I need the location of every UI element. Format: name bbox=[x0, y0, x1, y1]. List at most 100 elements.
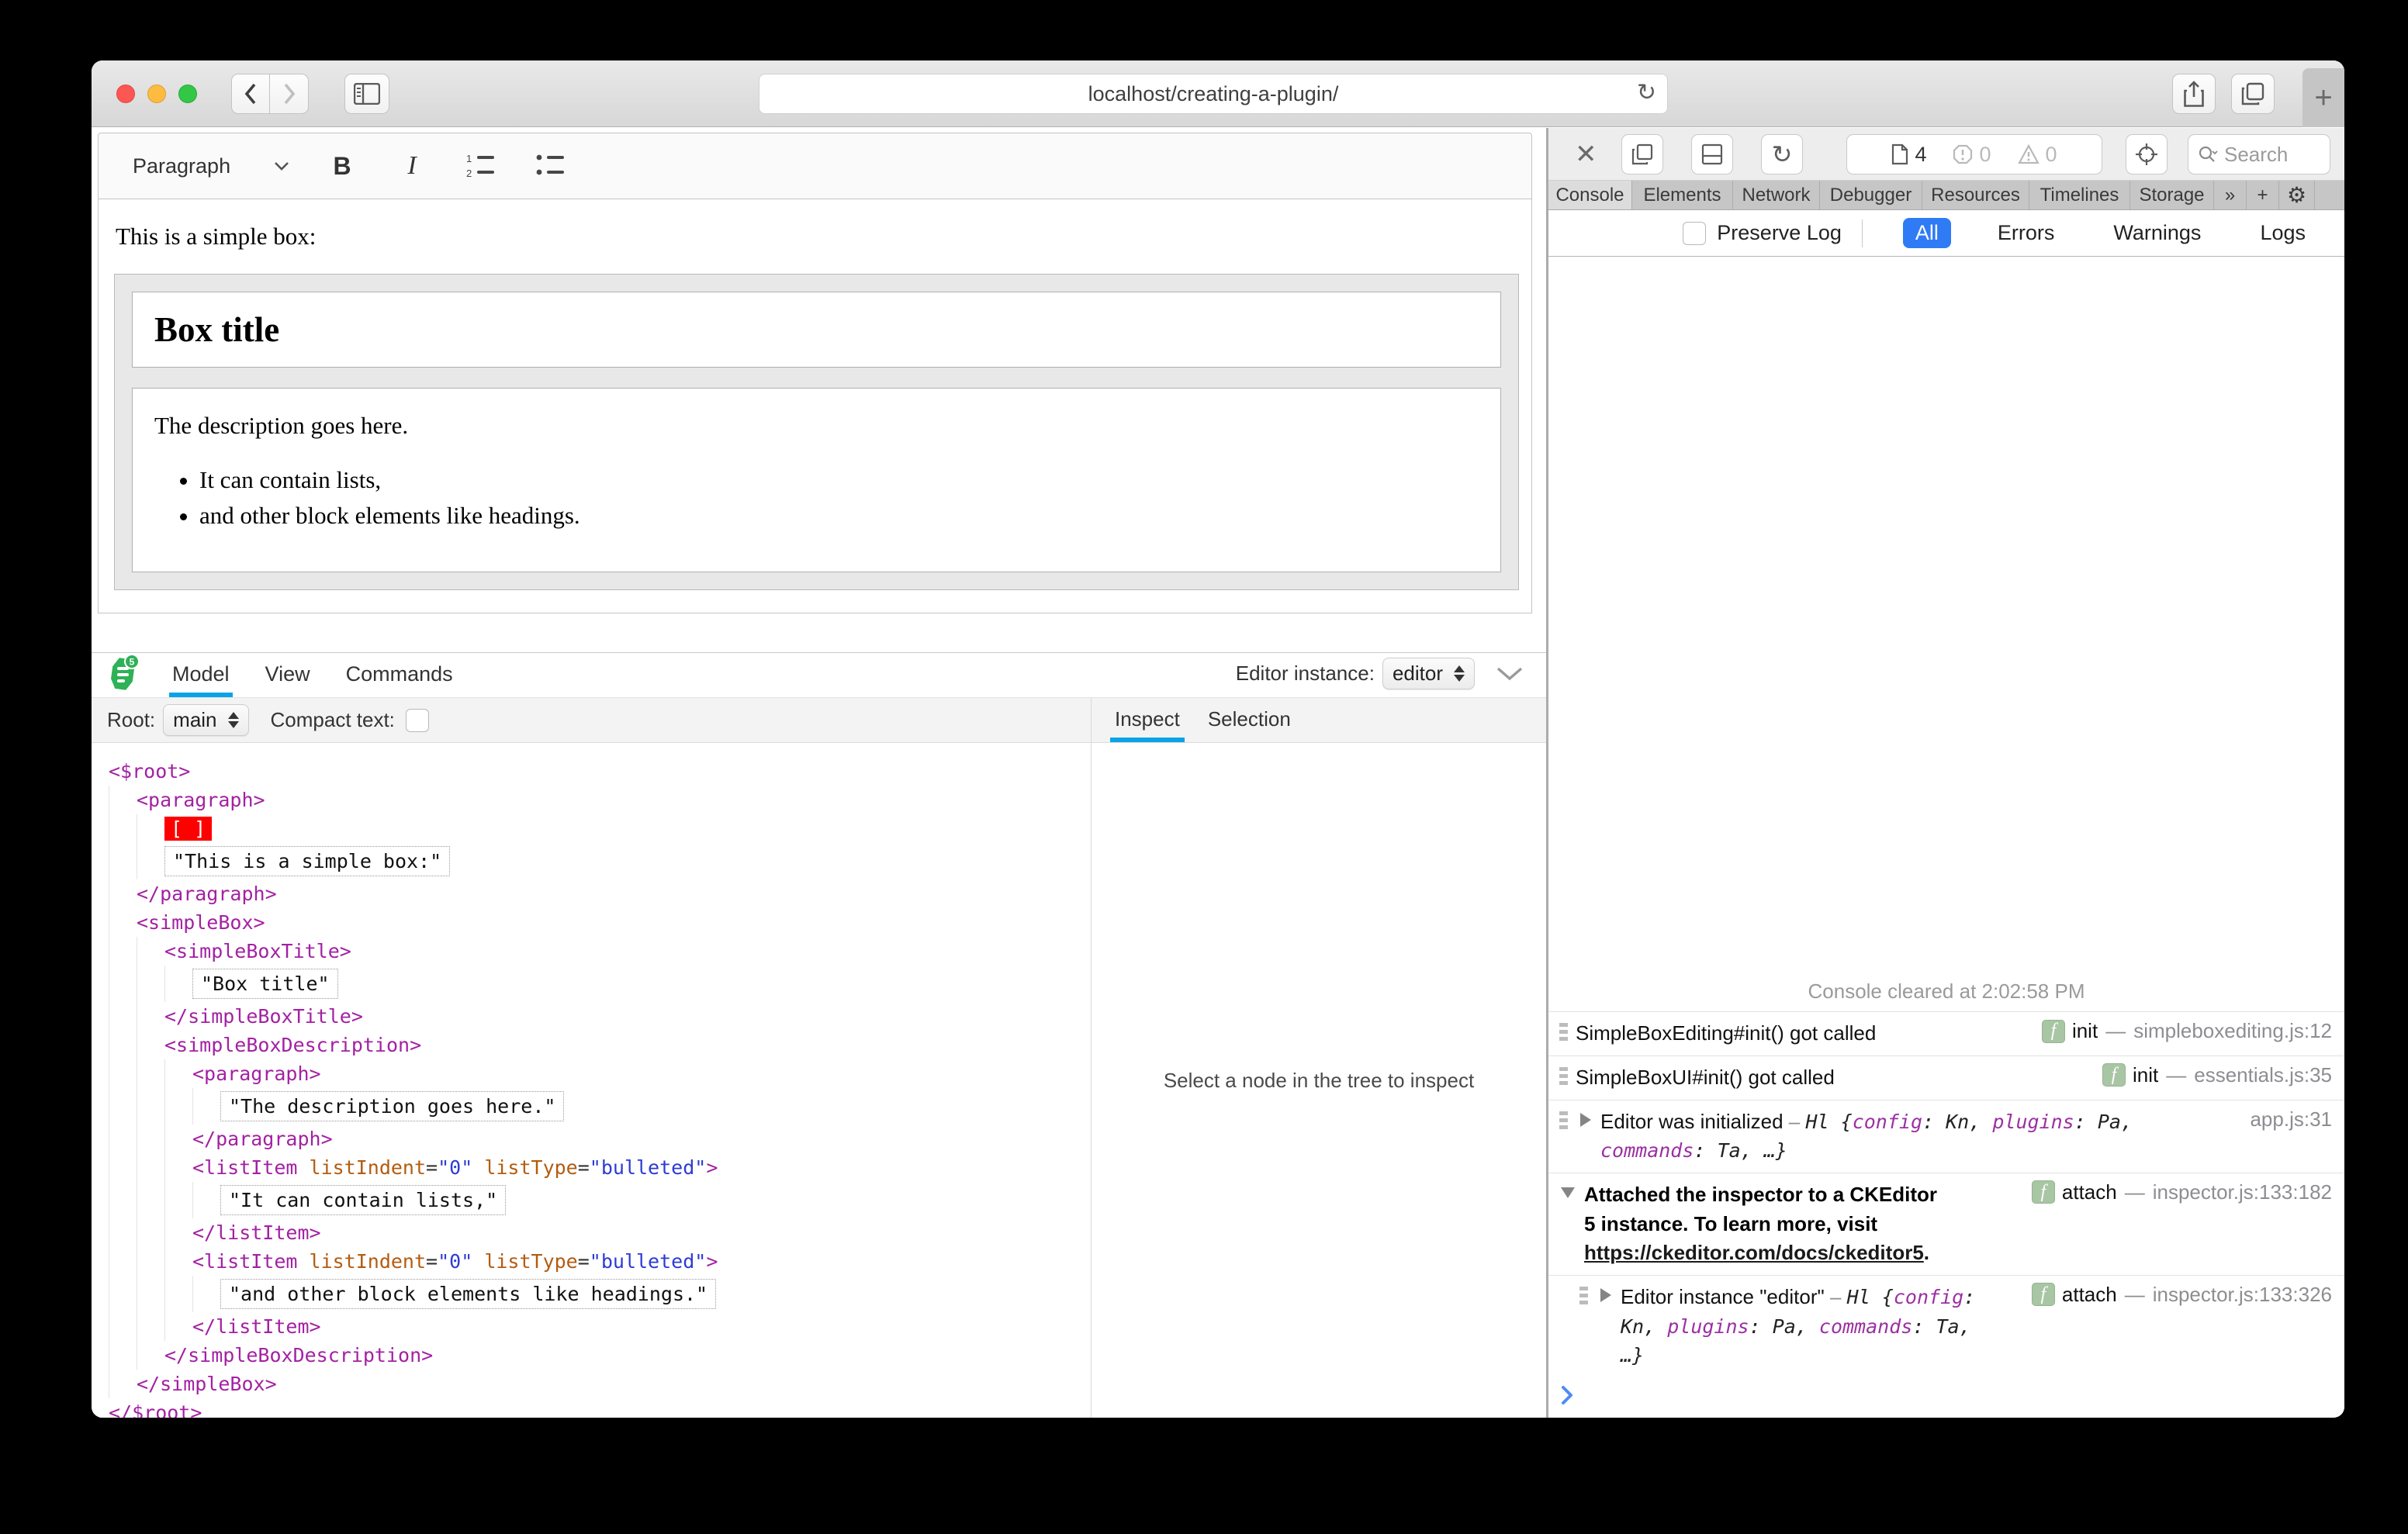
wi-tab-console[interactable]: Console bbox=[1548, 181, 1632, 209]
collapse-inspector-button[interactable] bbox=[1496, 667, 1523, 681]
tree-row[interactable]: "and other block elements like headings.… bbox=[109, 1276, 1091, 1312]
search-field[interactable]: Search bbox=[2188, 134, 2330, 174]
forward-button[interactable] bbox=[270, 73, 309, 114]
issues-summary-button[interactable]: 4 0 0 bbox=[1846, 134, 2102, 174]
tree-row[interactable]: <paragraph> bbox=[109, 786, 1091, 814]
tree-row[interactable]: <simpleBox> bbox=[109, 908, 1091, 937]
editor-paragraph[interactable]: This is a simple box: bbox=[116, 223, 1516, 250]
tree-row[interactable]: </$root> bbox=[109, 1398, 1091, 1418]
tree-row[interactable]: [ ] bbox=[109, 814, 1091, 843]
new-tab-button[interactable]: + bbox=[2302, 68, 2344, 127]
scope-errors[interactable]: Errors bbox=[1985, 218, 2067, 248]
close-inspector-button[interactable]: ✕ bbox=[1575, 139, 1597, 170]
tree-row[interactable]: <listItem listIndent = "0" listType = "bulle… bbox=[109, 1153, 1091, 1182]
inspector-tab-model[interactable]: Model bbox=[169, 662, 233, 697]
tree-row[interactable]: </simpleBox> bbox=[109, 1370, 1091, 1398]
tree-row[interactable]: </paragraph> bbox=[109, 879, 1091, 908]
paragraph-dropdown[interactable]: Paragraph bbox=[133, 154, 230, 178]
tree-row[interactable]: </listItem> bbox=[109, 1218, 1091, 1247]
wi-tab-storage[interactable]: Storage bbox=[2130, 181, 2214, 209]
tree-row[interactable]: "Box title" bbox=[109, 966, 1091, 1002]
reload-icon[interactable]: ↻ bbox=[1637, 79, 1656, 106]
scope-all[interactable]: All bbox=[1902, 218, 1951, 248]
list-item[interactable]: It can contain lists, bbox=[199, 466, 1479, 494]
url-address-field[interactable]: localhost/creating-a-plugin/ ↻ bbox=[759, 74, 1668, 114]
description-list[interactable]: It can contain lists, and other block ele… bbox=[168, 466, 1479, 530]
indent-guide bbox=[164, 1312, 192, 1341]
log-source[interactable]: f attach — inspector.js:133:326 bbox=[2021, 1283, 2332, 1307]
root-select[interactable]: main bbox=[163, 704, 249, 736]
console-row[interactable]: Editor was initialized – Hl {config: Kn,… bbox=[1548, 1099, 2344, 1173]
numbered-list-button[interactable]: 1 2 bbox=[465, 149, 499, 183]
wi-tab-debugger[interactable]: Debugger bbox=[1820, 181, 1922, 209]
console-row[interactable]: SimpleBoxEditing#init() got called f init —… bbox=[1548, 1011, 2344, 1055]
compact-text-checkbox[interactable] bbox=[405, 708, 429, 732]
wi-tab-add-tab[interactable]: + bbox=[2247, 181, 2279, 209]
reload-page-button[interactable]: ↻ bbox=[1761, 134, 1803, 174]
wi-tab-resources[interactable]: Resources bbox=[1922, 181, 2029, 209]
dock-side-button[interactable] bbox=[1621, 134, 1663, 174]
preserve-log-checkbox[interactable] bbox=[1683, 221, 1707, 245]
log-source[interactable]: f init — essentials.js:35 bbox=[2091, 1063, 2332, 1087]
editor-editable-area[interactable]: This is a simple box: Box title The desc… bbox=[98, 199, 1532, 613]
console-row[interactable]: Attached the inspector to a CKEditor 5 i… bbox=[1548, 1172, 2344, 1275]
simplebox-description[interactable]: The description goes here. It can contai… bbox=[132, 388, 1501, 572]
tree-row[interactable]: <listItem listIndent = "0" listType = "bulle… bbox=[109, 1247, 1091, 1276]
back-button[interactable] bbox=[231, 73, 270, 114]
wi-tab-network[interactable]: Network bbox=[1733, 181, 1820, 209]
log-source[interactable]: f attach — inspector.js:133:182 bbox=[2021, 1180, 2332, 1204]
scope-warnings[interactable]: Warnings bbox=[2101, 218, 2213, 248]
tree-row[interactable]: "It can contain lists," bbox=[109, 1182, 1091, 1218]
element-picker-button[interactable] bbox=[2126, 134, 2168, 174]
tree-row[interactable]: </simpleBoxTitle> bbox=[109, 1002, 1091, 1031]
tree-row[interactable]: <simpleBoxDescription> bbox=[109, 1031, 1091, 1059]
simplebox-title[interactable]: Box title bbox=[132, 292, 1501, 368]
close-window-button[interactable] bbox=[116, 84, 135, 103]
tree-row[interactable]: </paragraph> bbox=[109, 1125, 1091, 1153]
console-input-row[interactable] bbox=[1548, 1377, 2344, 1418]
wi-tab-elements[interactable]: Elements bbox=[1632, 181, 1733, 209]
tree-row[interactable]: <simpleBoxTitle> bbox=[109, 937, 1091, 966]
tree-row[interactable]: "The description goes here." bbox=[109, 1088, 1091, 1125]
minimize-window-button[interactable] bbox=[147, 84, 166, 103]
source-file-link[interactable]: app.js:31 bbox=[2250, 1107, 2332, 1131]
disclosure-closed-icon[interactable] bbox=[1580, 1112, 1591, 1127]
tree-row[interactable]: </simpleBoxDescription> bbox=[109, 1341, 1091, 1370]
source-file-link[interactable]: inspector.js:133:326 bbox=[2153, 1283, 2332, 1307]
simplebox-widget[interactable]: Box title The description goes here. It … bbox=[114, 274, 1519, 590]
log-source[interactable]: app.js:31 bbox=[2231, 1107, 2332, 1131]
tree-row[interactable]: <paragraph> bbox=[109, 1059, 1091, 1088]
tree-row[interactable]: "This is a simple box:" bbox=[109, 843, 1091, 879]
wi-tab-timelines[interactable]: Timelines bbox=[2029, 181, 2130, 209]
chevron-down-icon[interactable] bbox=[274, 161, 289, 171]
zoom-window-button[interactable] bbox=[178, 84, 197, 103]
tab-overview-button[interactable] bbox=[2231, 74, 2275, 114]
sidebar-toggle-button[interactable] bbox=[344, 73, 389, 114]
inspector-tab-view[interactable]: View bbox=[262, 662, 313, 697]
bulleted-list-button[interactable] bbox=[535, 149, 569, 183]
log-source[interactable]: f init — simpleboxediting.js:12 bbox=[2031, 1019, 2332, 1043]
pane-tab-selection[interactable]: Selection bbox=[1203, 707, 1296, 742]
description-paragraph[interactable]: The description goes here. bbox=[154, 412, 1479, 440]
list-item[interactable]: and other block elements like headings. bbox=[199, 502, 1479, 530]
scope-logs[interactable]: Logs bbox=[2247, 218, 2318, 248]
inspector-tab-commands[interactable]: Commands bbox=[343, 662, 456, 697]
disclosure-closed-icon[interactable] bbox=[1600, 1287, 1611, 1302]
dock-bottom-button[interactable] bbox=[1691, 134, 1733, 174]
tree-row[interactable]: </listItem> bbox=[109, 1312, 1091, 1341]
disclosure-open-icon[interactable] bbox=[1561, 1187, 1575, 1198]
source-file-link[interactable]: inspector.js:133:182 bbox=[2153, 1180, 2332, 1204]
source-file-link[interactable]: simpleboxediting.js:12 bbox=[2133, 1019, 2332, 1043]
bold-button[interactable]: B bbox=[325, 149, 359, 183]
console-row[interactable]: Editor instance "editor" – Hl {config: K… bbox=[1548, 1274, 2344, 1377]
italic-button[interactable]: I bbox=[395, 149, 429, 183]
tree-row[interactable]: <$root> bbox=[109, 757, 1091, 786]
source-file-link[interactable]: essentials.js:35 bbox=[2194, 1063, 2332, 1087]
docs-link[interactable]: https://ckeditor.com/docs/ckeditor5 bbox=[1584, 1241, 1924, 1264]
console-row[interactable]: SimpleBoxUI#init() got called f init — essen… bbox=[1548, 1055, 2344, 1100]
editor-instance-select[interactable]: editor bbox=[1382, 658, 1475, 689]
share-button[interactable] bbox=[2172, 74, 2216, 114]
wi-tab-settings[interactable]: ⚙ bbox=[2279, 181, 2315, 209]
wi-tab-more-tabs[interactable]: » bbox=[2214, 181, 2247, 209]
pane-tab-inspect[interactable]: Inspect bbox=[1110, 707, 1185, 742]
